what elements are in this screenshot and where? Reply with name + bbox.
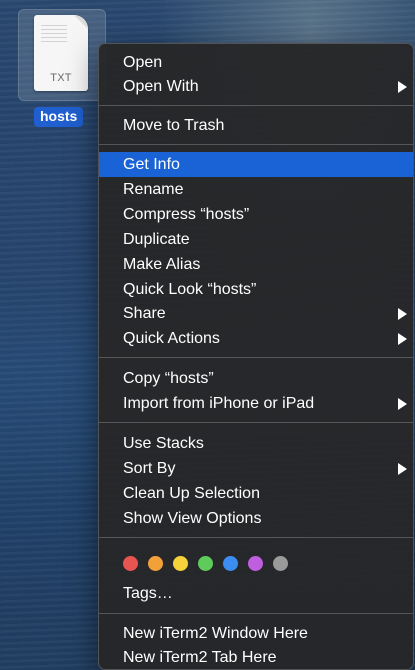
- menu-item-label: Import from iPhone or iPad: [123, 395, 315, 412]
- submenu-arrow-icon: [398, 308, 407, 320]
- submenu-arrow-icon: [398, 333, 407, 345]
- menu-item-quick-actions[interactable]: Quick Actions: [99, 326, 413, 351]
- file-extension-label: TXT: [50, 72, 72, 84]
- menu-item-label: Copy “hosts”: [123, 370, 214, 387]
- menu-item-label: Open: [123, 54, 163, 71]
- tag-purple-dot[interactable]: [248, 556, 263, 571]
- menu-item-quick-look[interactable]: Quick Look “hosts”: [99, 277, 413, 302]
- menu-item-use-stacks[interactable]: Use Stacks: [99, 431, 413, 456]
- menu-separator: [99, 357, 413, 358]
- menu-item-label: New iTerm2 Tab Here: [123, 649, 277, 666]
- menu-item-label: Sort By: [123, 460, 176, 477]
- menu-item-tags[interactable]: Tags…: [99, 581, 413, 606]
- menu-item-label: Rename: [123, 181, 184, 198]
- document-lines: [41, 25, 67, 45]
- menu-item-compress[interactable]: Compress “hosts”: [99, 202, 413, 227]
- menu-item-share[interactable]: Share: [99, 301, 413, 326]
- menu-item-copy[interactable]: Copy “hosts”: [99, 366, 413, 391]
- menu-item-new-iterm2-tab[interactable]: New iTerm2 Tab Here: [99, 645, 413, 670]
- menu-item-label: Duplicate: [123, 231, 190, 248]
- menu-item-import-from-iphone[interactable]: Import from iPhone or iPad: [99, 391, 413, 416]
- menu-item-show-view-options[interactable]: Show View Options: [99, 506, 413, 531]
- tag-orange-dot[interactable]: [148, 556, 163, 571]
- menu-item-label: Show View Options: [123, 510, 262, 527]
- submenu-arrow-icon: [398, 398, 407, 410]
- menu-item-make-alias[interactable]: Make Alias: [99, 252, 413, 277]
- menu-item-open[interactable]: Open: [99, 50, 413, 75]
- menu-item-label: Quick Actions: [123, 330, 220, 347]
- tag-green-dot[interactable]: [198, 556, 213, 571]
- tag-yellow-dot[interactable]: [173, 556, 188, 571]
- menu-item-label: Compress “hosts”: [123, 206, 250, 223]
- file-name-label[interactable]: hosts: [34, 107, 84, 127]
- menu-item-label: Share: [123, 305, 166, 322]
- tag-color-picker: [123, 556, 288, 571]
- menu-item-label: Quick Look “hosts”: [123, 281, 257, 298]
- file-icon-selection[interactable]: TXT: [18, 9, 106, 101]
- menu-item-rename[interactable]: Rename: [99, 177, 413, 202]
- menu-item-new-iterm2-window[interactable]: New iTerm2 Window Here: [99, 621, 413, 646]
- menu-item-duplicate[interactable]: Duplicate: [99, 227, 413, 252]
- menu-separator: [99, 422, 413, 423]
- menu-separator: [99, 613, 413, 614]
- menu-item-label: Make Alias: [123, 256, 201, 273]
- submenu-arrow-icon: [398, 463, 407, 475]
- menu-item-label: Move to Trash: [123, 117, 225, 134]
- submenu-arrow-icon: [398, 81, 407, 93]
- menu-item-label: Clean Up Selection: [123, 485, 260, 502]
- menu-item-label: Open With: [123, 78, 199, 95]
- tag-gray-dot[interactable]: [273, 556, 288, 571]
- menu-separator: [99, 144, 413, 145]
- tag-blue-dot[interactable]: [223, 556, 238, 571]
- menu-item-clean-up-selection[interactable]: Clean Up Selection: [99, 481, 413, 506]
- page-fold: [74, 15, 88, 29]
- tag-red-dot[interactable]: [123, 556, 138, 571]
- menu-separator: [99, 537, 413, 538]
- context-menu: Open Open With Move to Trash Get Info Re…: [98, 43, 414, 670]
- menu-item-get-info[interactable]: Get Info: [99, 152, 413, 177]
- menu-item-label: Get Info: [123, 156, 180, 173]
- menu-item-open-with[interactable]: Open With: [99, 74, 413, 99]
- menu-item-label: Use Stacks: [123, 435, 204, 452]
- menu-item-sort-by[interactable]: Sort By: [99, 456, 413, 481]
- menu-item-label: Tags…: [123, 585, 173, 602]
- menu-separator: [99, 105, 413, 106]
- text-document-icon[interactable]: TXT: [34, 15, 88, 91]
- menu-item-move-to-trash[interactable]: Move to Trash: [99, 113, 413, 138]
- menu-item-label: New iTerm2 Window Here: [123, 625, 308, 642]
